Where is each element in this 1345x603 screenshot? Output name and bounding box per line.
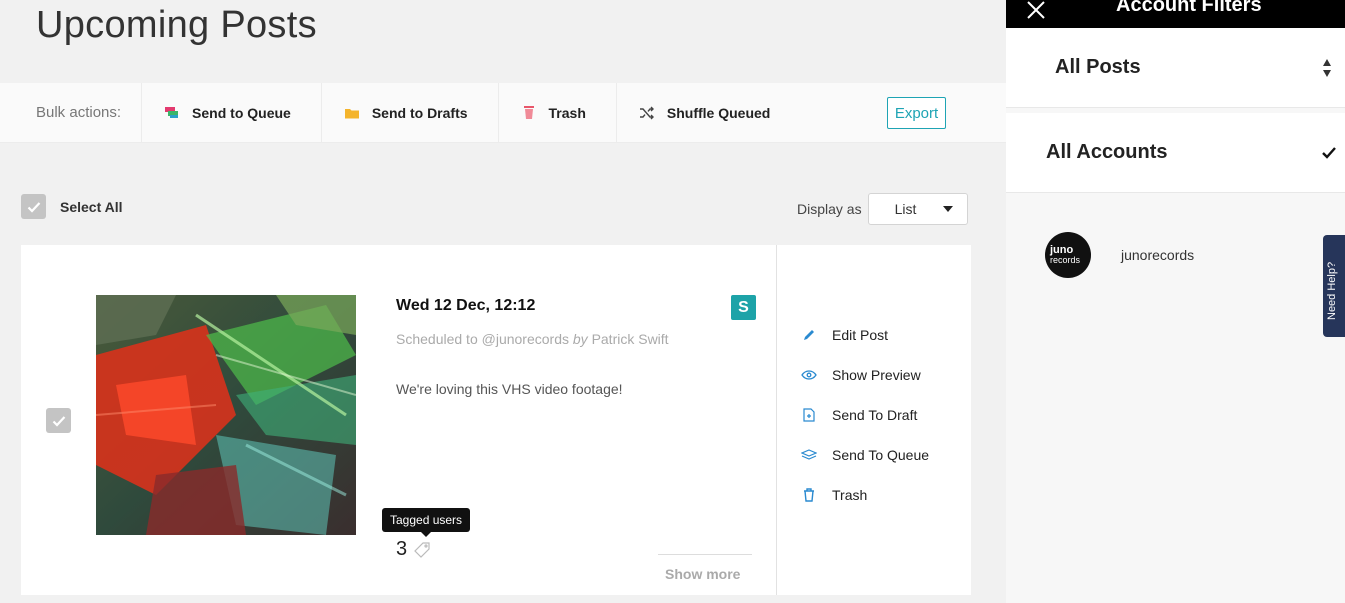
post-image-artwork [96,295,356,535]
account-name: junorecords [1121,247,1195,263]
tagged-users-tooltip: Tagged users [382,508,471,537]
edit-post-label: Edit Post [832,327,889,343]
tag-icon [414,541,432,559]
main-content: Upcoming Posts Bulk actions: Send to Que… [0,0,1006,603]
send-to-drafts-button[interactable]: Send to Drafts [322,83,499,142]
export-button[interactable]: Export [887,97,946,129]
tag-count-value: 3 [396,538,408,560]
display-as-value: List [894,201,917,217]
trash-icon [801,487,817,503]
card-divider [776,245,777,595]
layers-icon [801,447,817,463]
queue-icon [164,105,180,121]
pencil-icon [801,327,817,343]
bulk-actions-label: Bulk actions: [0,83,143,142]
post-filter-value: All Posts [1055,56,1141,78]
edit-post-button[interactable]: Edit Post [801,315,929,355]
display-as-select[interactable]: List [867,193,968,225]
all-accounts-option[interactable]: All Accounts [1006,113,1345,193]
send-to-queue-action-label: Send To Queue [832,447,930,463]
tagged-users-count[interactable]: 3 [396,538,432,561]
checkmark-icon [1322,147,1336,159]
select-all[interactable]: Select All [21,194,123,219]
need-help-tab[interactable]: Need Help? [1323,235,1345,337]
post-card: Wed 12 Dec, 12:12 Scheduled to @junoreco… [21,245,971,595]
folder-icon [344,105,360,121]
account-item-junorecords[interactable]: juno records junorecords [1006,230,1345,280]
send-to-draft-button[interactable]: Send To Draft [801,395,929,435]
avatar: juno records [1045,232,1091,278]
post-meta-author: Patrick Swift [591,331,669,347]
check-icon [27,201,40,213]
eye-icon [801,367,817,383]
send-to-queue-label: Send to Queue [192,104,291,121]
post-caption: We're loving this VHS video footage! [396,381,623,397]
draft-icon [801,407,817,423]
select-all-checkbox[interactable] [21,194,46,219]
shuffle-icon [639,105,655,121]
bulk-trash-button[interactable]: Trash [499,83,617,142]
send-to-queue-action-button[interactable]: Send To Queue [801,435,929,475]
up-down-icon [1323,59,1331,77]
send-to-drafts-label: Send to Drafts [371,104,468,121]
account-filters-panel: Account Filters All Posts All Accounts j… [1006,0,1345,603]
avatar-logo-text: juno records [1050,245,1081,266]
post-image[interactable] [96,295,356,535]
panel-title: Account Filters [1116,0,1262,16]
trash-post-button[interactable]: Trash [801,475,929,515]
trash-post-label: Trash [832,487,868,503]
chevron-down-icon [942,206,953,212]
post-actions: Edit Post Show Preview Send To Draft Sen… [801,315,929,515]
shuffle-queued-button[interactable]: Shuffle Queued [617,83,800,142]
display-as-label: Display as [797,201,862,217]
need-help-label: Need Help? [1326,261,1338,320]
post-checkbox[interactable] [46,408,71,433]
panel-header: Account Filters [1006,0,1345,28]
post-filter-select[interactable]: All Posts [1006,28,1345,108]
check-icon [52,415,65,427]
show-more-divider [658,554,752,555]
send-to-draft-label: Send To Draft [832,407,918,423]
avatar-text-records: records [1050,255,1081,265]
show-more-button[interactable]: Show more [665,566,740,582]
show-preview-label: Show Preview [832,367,921,383]
post-meta-by: by [572,331,588,347]
post-meta: Scheduled to @junorecords by Patrick Swi… [396,331,669,347]
close-icon[interactable] [1024,0,1048,22]
bulk-actions-bar: Bulk actions: Send to Queue Send to Draf… [0,83,1006,143]
network-badge: S [731,295,756,320]
send-to-queue-button[interactable]: Send to Queue [142,83,322,142]
all-accounts-label: All Accounts [1046,141,1168,163]
shuffle-queued-label: Shuffle Queued [666,104,771,121]
show-preview-button[interactable]: Show Preview [801,355,929,395]
trash-icon [521,105,537,121]
post-meta-prefix: Scheduled to @junorecords [396,331,569,347]
select-all-label: Select All [60,198,123,215]
page-title: Upcoming Posts [36,4,317,46]
post-date: Wed 12 Dec, 12:12 [396,297,536,314]
bulk-trash-label: Trash [548,104,586,121]
display-as: Display as List [797,193,968,225]
